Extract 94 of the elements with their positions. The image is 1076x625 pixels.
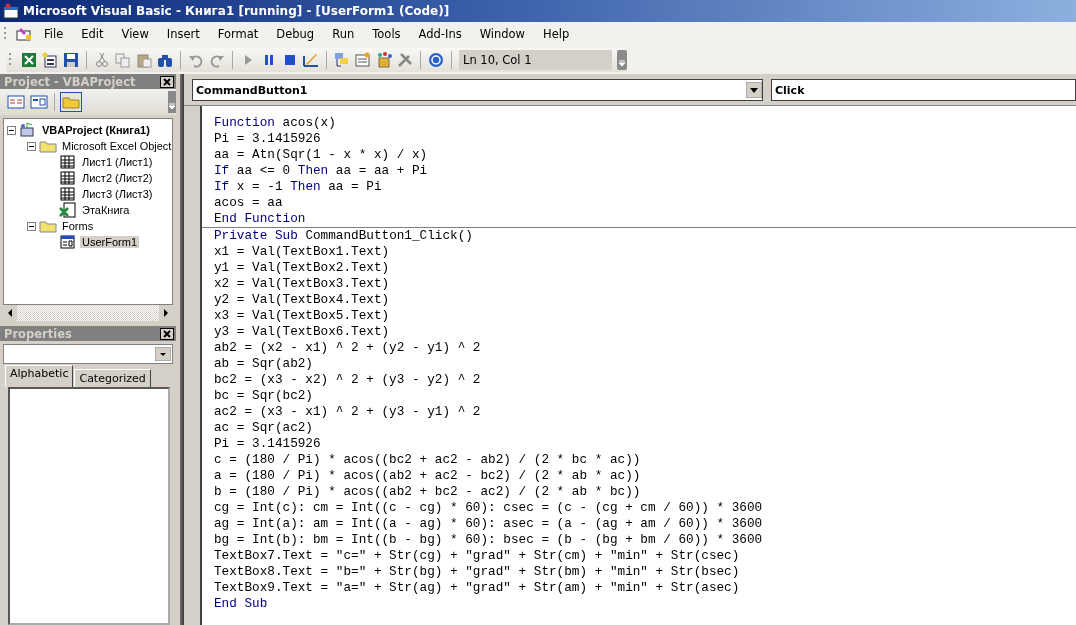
code-line: ac2 = (x3 - x1) ^ 2 + (y3 - y1) ^ 2 [214, 404, 482, 420]
code-line: TextBox9.Text = "a=" + Str(ag) + "grad" + Str(am) + "min" + Str(asec) [214, 580, 741, 596]
toggle-folders-icon[interactable] [60, 92, 82, 112]
object-dropdown[interactable] [3, 344, 173, 364]
code-line: ab2 = (x2 - x1) ^ 2 + (y2 - y1) ^ 2 [214, 340, 482, 356]
collapse-box-icon[interactable] [27, 141, 36, 151]
menu-item[interactable]: Add-Ins [411, 27, 469, 41]
worksheet-icon [59, 170, 77, 186]
tree-item[interactable]: UserForm1 [80, 236, 139, 248]
menu-item[interactable]: Tools [365, 27, 408, 41]
tab[interactable]: Alphabetic [5, 365, 74, 387]
worksheet-icon [59, 154, 77, 170]
menu-item[interactable]: Help [536, 27, 577, 41]
project-explorer-icon[interactable] [334, 52, 350, 68]
app-icon [3, 3, 19, 19]
code-line: y3 = Val(TextBox6.Text) [214, 324, 391, 340]
close-icon[interactable] [160, 75, 174, 88]
cursor-position: Ln 10, Col 1 [459, 50, 612, 70]
code-line: bc2 = (x3 - x2) ^ 2 + (y3 - y2) ^ 2 [214, 372, 482, 388]
code-line: Pi = 3.1415926 [214, 436, 322, 452]
code-line: bc = Sqr(bc2) [214, 388, 314, 404]
tree-item[interactable]: Microsoft Excel Object [60, 140, 172, 152]
tree-item[interactable]: Лист1 (Лист1) [80, 156, 155, 168]
code-line: bg = Int(b): bm = Int((b - bg) * 60): bsec = (b - (bg + bm / 60)) * 3600 [214, 532, 764, 548]
paste-icon[interactable] [136, 52, 152, 68]
folder-icon [39, 218, 57, 234]
code-line: ac = Sqr(ac2) [214, 420, 314, 436]
form-icon [59, 234, 77, 250]
window-title: Microsoft Visual Basic - Книга1 [running] - [UserForm1 (Code)] [23, 4, 450, 18]
excel-icon[interactable] [21, 52, 37, 68]
worksheet-icon [59, 186, 77, 202]
properties-icon[interactable] [355, 52, 371, 68]
find-icon[interactable] [157, 52, 173, 68]
code-line: y2 = Val(TextBox4.Text) [214, 292, 391, 308]
cut-icon[interactable] [94, 52, 110, 68]
object-dropdown[interactable]: CommandButton1 [192, 79, 763, 101]
menu-item[interactable]: Insert [159, 27, 207, 41]
tree-item[interactable]: Forms [60, 220, 96, 232]
tree-item[interactable]: VBAProject (Книга1) [40, 124, 152, 136]
insert-form-icon[interactable] [42, 52, 58, 68]
collapse-box-icon[interactable] [27, 221, 36, 231]
code-line: y1 = Val(TextBox2.Text) [214, 260, 391, 276]
code-line: x1 = Val(TextBox1.Text) [214, 244, 391, 260]
horizontal-scrollbar[interactable] [3, 305, 173, 321]
dropdown-arrow-icon[interactable] [155, 347, 171, 361]
code-line: x3 = Val(TextBox5.Text) [214, 308, 391, 324]
menu-item[interactable]: View [114, 27, 156, 41]
menu-item[interactable]: Run [325, 27, 362, 41]
folder-icon [39, 138, 57, 154]
code-line: Pi = 3.1415926 [214, 131, 322, 147]
procedure-dropdown[interactable]: Click [771, 79, 1076, 101]
code-line: a = (180 / Pi) * acos((ab2 + ac2 - bc2) / (2 * ab * ac)) [214, 468, 642, 484]
grip-handle-icon[interactable] [4, 26, 7, 42]
menu-item[interactable]: Window [472, 27, 532, 41]
design-mode-icon[interactable] [303, 52, 319, 68]
code-line: End Function [214, 211, 307, 227]
pane-title: Project - VBAProject [4, 74, 136, 89]
view-object-icon[interactable] [29, 93, 49, 111]
pane-title: Properties [4, 326, 72, 341]
grip-handle-icon[interactable] [9, 52, 12, 68]
menu-item[interactable]: File [37, 27, 71, 41]
code-line: TextBox8.Text = "b=" + Str(bg) + "grad" + Str(bm) + "min" + Str(bsec) [214, 564, 741, 580]
close-icon[interactable] [160, 327, 174, 340]
code-line: b = (180 / Pi) * acos((ab2 + bc2 - ac2) / (2 * ab * bc)) [214, 484, 642, 500]
workbook-icon [59, 202, 77, 218]
dropdown-arrow-icon[interactable] [746, 82, 762, 98]
code-line: ab = Sqr(ab2) [214, 356, 314, 372]
tab[interactable]: Categorized [74, 369, 151, 387]
code-line: cg = Int(c): cm = Int((c - cg) * 60): csec = (c - (cg + cm / 60)) * 3600 [214, 500, 764, 516]
menu-item[interactable]: Debug [269, 27, 322, 41]
code-line: Private Sub CommandButton1_Click() [214, 228, 474, 244]
code-line: c = (180 / Pi) * acos((bc2 + ac2 - ab2) / (2 * bc * ac)) [214, 452, 642, 468]
menu-item[interactable]: Edit [74, 27, 111, 41]
vba-icon[interactable] [15, 26, 33, 42]
code-line: If aa <= 0 Then aa = aa + Pi [214, 163, 429, 179]
code-line: ag = Int(a): am = Int((a - ag) * 60): asec = (a - (ag + am / 60)) * 3600 [214, 516, 764, 532]
tree-item[interactable]: ЭтаКнига [80, 204, 132, 216]
code-line: TextBox7.Text = "c=" + Str(cg) + "grad" + Str(cm) + "min" + Str(csec) [214, 548, 741, 564]
code-line: Function acos(x) [214, 115, 337, 131]
project-icon [19, 122, 37, 138]
help-icon[interactable] [428, 52, 444, 68]
collapse-box-icon[interactable] [7, 125, 16, 135]
code-line: If x = -1 Then aa = Pi [214, 179, 383, 195]
stop-icon[interactable] [282, 52, 298, 68]
menu-item[interactable]: Format [210, 27, 266, 41]
toolbar-options-icon[interactable] [616, 50, 627, 70]
save-icon[interactable] [63, 52, 79, 68]
object-browser-icon[interactable] [376, 52, 392, 68]
code-line: End Sub [214, 596, 269, 612]
tree-item[interactable]: Лист2 (Лист2) [80, 172, 155, 184]
code-line: acos = aa [214, 195, 284, 211]
tree-item[interactable]: Лист3 (Лист3) [80, 188, 155, 200]
code-line: x2 = Val(TextBox3.Text) [214, 276, 391, 292]
code-line: aa = Atn(Sqr(1 - x * x) / x) [214, 147, 429, 163]
